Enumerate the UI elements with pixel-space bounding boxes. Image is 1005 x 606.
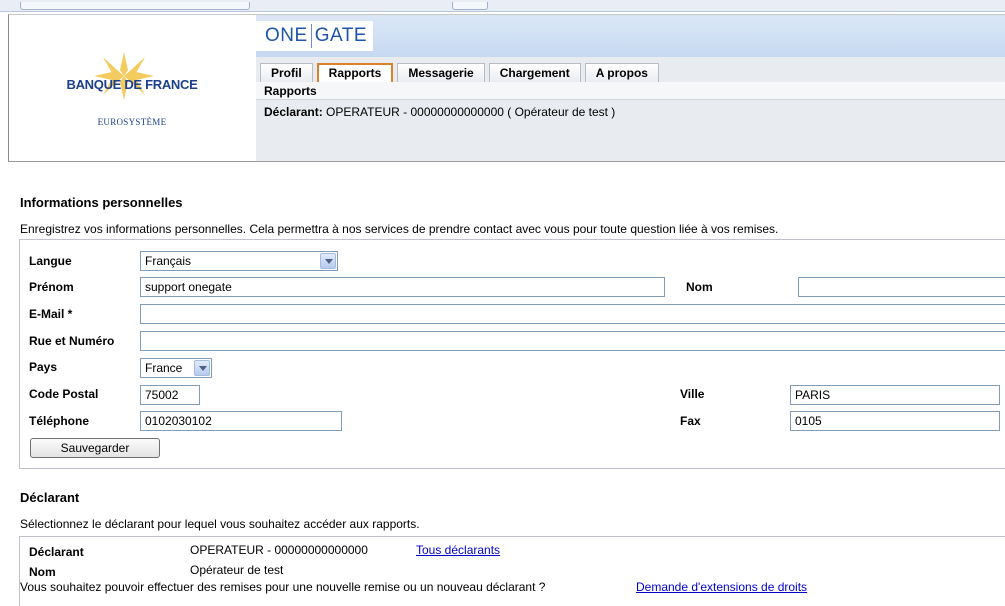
tab-messagerie[interactable]: Messagerie [397,63,485,82]
declarant-value: OPERATEUR - 00000000000000 [190,543,368,557]
langue-select[interactable]: Français [140,251,338,271]
extension-request-link[interactable]: Demande d'extensions de droits [636,580,807,594]
subnav-rapports[interactable]: Rapports [264,84,317,98]
code-postal-label: Code Postal [29,387,99,401]
header-declarant-value: OPERATEUR - 00000000000000 ( Opérateur d… [326,105,616,119]
browser-tab[interactable] [452,2,488,10]
tab-a-propos[interactable]: A propos [584,63,659,82]
email-input[interactable] [140,304,1005,324]
browser-tab[interactable] [20,2,250,10]
banque-de-france-star-icon [94,52,154,100]
pays-label: Pays [29,360,58,374]
tab-rapports[interactable]: Rapports [316,63,394,82]
tab-profil[interactable]: Profil [260,63,313,82]
tab-chargement[interactable]: Chargement [488,63,581,82]
langue-select-value: Français [145,254,192,268]
fax-label: Fax [680,414,701,428]
declarant-nom-value: Opérateur de test [190,563,284,577]
pays-select[interactable]: France [140,358,212,378]
declarant-nom-label: Nom [29,565,56,579]
declarant-label: Déclarant [29,545,84,559]
main-tabs: Profil Rapports Messagerie Chargement A … [260,63,663,82]
declarant-description: Sélectionnez le déclarant pour lequel vo… [20,517,420,531]
brand-left: ONE [265,25,308,46]
email-label: E-Mail * [29,307,73,321]
telephone-input[interactable]: 0102030102 [140,411,342,431]
prenom-label: Prénom [29,280,74,294]
telephone-label: Téléphone [29,414,90,428]
chevron-down-icon[interactable] [320,253,336,269]
page-header: BANQUE DE FRANCE EUROSYSTÈME ONE GATE Pro… [8,14,1005,162]
header-declarant: Déclarant: OPERATEUR - 00000000000000 ( … [264,105,615,119]
browser-chrome [0,0,1005,12]
rue-input[interactable] [140,331,1005,351]
rue-label: Rue et Numéro [29,334,115,348]
all-declarants-link[interactable]: Tous déclarants [416,543,500,557]
subnav-strip [256,82,1005,100]
declarant-panel: Déclarant OPERATEUR - 00000000000000 Tou… [19,536,1005,606]
logo-area: BANQUE DE FRANCE EUROSYSTÈME [9,15,255,161]
personal-info-description: Enregistrez vos informations personnelle… [20,222,779,236]
ville-input[interactable]: PARIS [790,385,1000,405]
declarant-title: Déclarant [20,490,80,505]
pays-select-value: France [145,361,183,375]
langue-label: Langue [29,254,72,268]
brand-right: GATE [314,25,368,46]
nom-label: Nom [686,280,713,294]
save-button[interactable]: Sauvegarder [30,438,160,458]
header-declarant-label: Déclarant: [264,105,323,119]
ville-label: Ville [680,387,705,401]
prenom-input[interactable]: support onegate [140,277,665,297]
fax-input[interactable]: 0105 [790,411,1000,431]
brand-banner: ONE GATE [256,15,1005,57]
logo-name: BANQUE DE FRANCE [66,77,198,92]
personal-info-title: Informations personnelles [20,195,183,210]
extension-question: Vous souhaitez pouvoir effectuer des rem… [20,580,546,594]
personal-info-panel: Langue Français Prénom support onegate N… [19,239,1005,469]
onegate-logo: ONE GATE [256,21,374,51]
nom-input[interactable] [798,277,1005,297]
chevron-down-icon[interactable] [194,360,210,376]
code-postal-input[interactable]: 75002 [140,385,200,405]
logo-subtitle: EUROSYSTÈME [97,117,167,127]
brand-area: ONE GATE Profil Rapports Messagerie Charg… [256,15,1005,161]
